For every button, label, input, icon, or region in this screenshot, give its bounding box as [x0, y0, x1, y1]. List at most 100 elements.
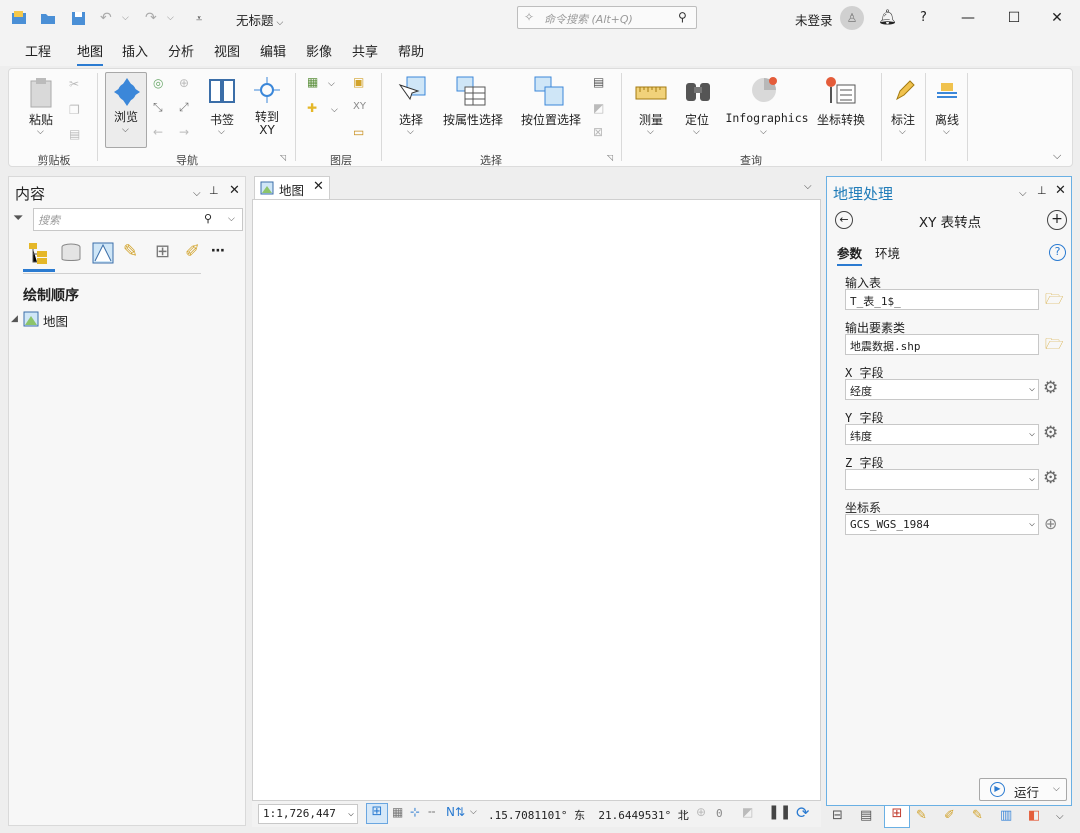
measure-icon[interactable]	[635, 83, 667, 106]
coordinate-format-dropdown-icon[interactable]: ⌵	[470, 807, 477, 817]
copy-path-icon[interactable]: ▤	[69, 127, 87, 145]
geoprocessing-options-icon[interactable]: ⌵	[1019, 188, 1027, 199]
goto-xy-icon[interactable]	[253, 75, 281, 108]
contents-pin-icon[interactable]: ⊥	[209, 184, 219, 197]
close-tab-icon[interactable]: ✕	[313, 179, 324, 194]
tab-share[interactable]: 共享	[352, 41, 378, 64]
attributes-icon[interactable]: ▤	[593, 75, 611, 93]
list-by-data-source-icon[interactable]	[59, 241, 83, 268]
paste-button[interactable]: 粘贴	[25, 111, 57, 128]
paste-dropdown-icon[interactable]: ⌵	[37, 127, 44, 137]
correction-icon[interactable]: ╌	[428, 805, 435, 819]
full-extent-icon[interactable]: ◎	[153, 76, 171, 94]
map-canvas[interactable]	[252, 199, 821, 801]
locate-icon[interactable]	[683, 75, 713, 108]
new-project-icon[interactable]	[8, 7, 30, 29]
navigate-dialog-launcher-icon[interactable]: ◹	[280, 153, 286, 162]
gear-icon[interactable]: ⚙	[1043, 468, 1058, 488]
list-by-labeling-icon[interactable]: ✐	[185, 241, 200, 262]
customize-toolbar-icon[interactable]: ⩡	[196, 12, 202, 26]
measure-dropdown-icon[interactable]: ⌵	[647, 127, 654, 137]
contents-search-input[interactable]: 搜索 ⚲ ⌵	[33, 208, 243, 231]
add-graphics-layer-icon[interactable]: ▭	[353, 125, 371, 143]
labeling-button[interactable]: 标注	[885, 111, 921, 128]
gear-icon[interactable]: ⚙	[1043, 423, 1058, 443]
offline-icon[interactable]	[935, 79, 959, 106]
select-by-location-button[interactable]: 按位置选择	[517, 111, 585, 128]
offline-button[interactable]: 离线	[929, 111, 965, 128]
close-window-button[interactable]: ✕	[1034, 0, 1080, 36]
infographics-button[interactable]: Infographics	[725, 111, 809, 125]
globe-icon[interactable]: ⊕	[1044, 514, 1057, 533]
browse-folder-icon[interactable]: 🗁︎	[1045, 334, 1064, 359]
selected-features-icon[interactable]: ⊕	[696, 805, 706, 819]
history-pane-tab-icon[interactable]: ▥	[1000, 808, 1012, 823]
tab-parameters[interactable]: 参数	[837, 243, 863, 266]
map-expand-toggle-icon[interactable]: ◢	[11, 314, 18, 324]
next-extent-icon[interactable]: →	[179, 125, 197, 143]
help-icon[interactable]: ?	[1049, 244, 1066, 261]
minimize-button[interactable]: —	[945, 0, 991, 36]
geoprocessing-pin-icon[interactable]: ⊥	[1037, 184, 1047, 197]
scale-selector[interactable]: 1:1,726,447 ⌵	[258, 804, 358, 824]
select-by-attributes-icon[interactable]	[455, 75, 487, 110]
map-tree-item[interactable]: 地图	[43, 311, 68, 330]
selection-dialog-launcher-icon[interactable]: ◹	[607, 153, 613, 162]
labeling-dropdown-icon[interactable]: ⌵	[899, 127, 906, 137]
coordinate-options-dropdown-icon[interactable]: ⌵	[680, 807, 687, 817]
tab-help[interactable]: 帮助	[398, 41, 424, 64]
attributes-pane-tab-icon[interactable]: ✎	[972, 808, 983, 823]
redo-dropdown-icon[interactable]: ⌵	[167, 13, 174, 23]
undo-dropdown-icon[interactable]: ⌵	[122, 13, 129, 23]
output-feature-class-field[interactable]: 地震数据.shp	[845, 334, 1039, 355]
avatar[interactable]: ♙	[840, 6, 864, 30]
tab-map-view[interactable]: 地图 ✕	[254, 176, 330, 199]
refresh-icon[interactable]: ⟳	[796, 803, 809, 822]
modify-features-pane-tab-icon[interactable]: ✐	[944, 808, 955, 823]
constraints-icon[interactable]: ⊹	[410, 805, 420, 819]
select-button[interactable]: 选择	[393, 111, 429, 128]
basemap-icon[interactable]: ▦	[307, 75, 325, 93]
add-xy-data-icon[interactable]: XY	[353, 101, 371, 119]
geoprocessing-pane-tab-icon[interactable]: ⊞	[884, 806, 910, 828]
tab-project[interactable]: 工程	[25, 41, 51, 64]
add-preset-icon[interactable]: ▣	[353, 75, 371, 93]
refresh-selection-icon[interactable]: ◩	[742, 805, 753, 819]
previous-extent-icon[interactable]: ←	[153, 125, 171, 143]
x-field-select[interactable]: 经度 ⌵	[845, 379, 1039, 400]
explore-button[interactable]: 浏览 ⌵	[105, 72, 147, 148]
create-features-pane-tab-icon[interactable]: ✎	[916, 808, 927, 823]
tab-insert[interactable]: 插入	[122, 41, 148, 64]
fixed-zoom-out-icon[interactable]: ⤢	[179, 100, 197, 118]
paste-icon[interactable]	[27, 75, 55, 111]
filter-icon[interactable]: ⏷	[13, 211, 23, 226]
select-icon[interactable]	[397, 75, 427, 108]
fixed-zoom-in-icon[interactable]: ⤡	[153, 100, 171, 118]
goto-xy-button[interactable]: 转到 XY	[249, 111, 285, 137]
list-by-editing-icon[interactable]: ✎	[123, 241, 138, 262]
command-search-input[interactable]: ✧ 命令搜索 (Alt+Q) ⚲	[517, 6, 697, 29]
help-icon[interactable]: ?	[920, 10, 927, 25]
tab-imagery[interactable]: 影像	[306, 41, 332, 64]
tab-edit[interactable]: 编辑	[260, 41, 286, 64]
add-data-dropdown-icon[interactable]: ⌵	[331, 105, 338, 115]
bookmark-dropdown-icon[interactable]: ⌵	[218, 127, 225, 137]
ribbon-collapse-icon[interactable]: ⌵	[1053, 149, 1061, 163]
run-button[interactable]: ▶ 运行 ⌵	[979, 778, 1067, 801]
north-arrow-icon[interactable]: N⇅	[446, 805, 465, 819]
browse-folder-icon[interactable]: 🗁︎	[1045, 289, 1064, 314]
coordinate-conversion-icon[interactable]	[823, 75, 857, 110]
notifications-icon[interactable]: 🔔︎	[878, 8, 897, 26]
infographics-dropdown-icon[interactable]: ⌵	[760, 127, 767, 137]
maximize-button[interactable]: ☐	[991, 0, 1037, 36]
offline-dropdown-icon[interactable]: ⌵	[943, 127, 950, 137]
add-icon[interactable]: +	[1047, 210, 1067, 230]
open-project-icon[interactable]	[37, 7, 59, 29]
tab-list-dropdown-icon[interactable]: ⌵	[804, 181, 812, 192]
tab-view[interactable]: 视图	[214, 41, 240, 64]
more-views-icon[interactable]: ⋯	[211, 243, 225, 259]
undo-icon[interactable]: ↶	[100, 10, 112, 26]
locate-pane-tab-icon[interactable]: ◧	[1028, 808, 1040, 823]
locate-dropdown-icon[interactable]: ⌵	[693, 127, 700, 137]
more-panes-dropdown-icon[interactable]: ⌵	[1056, 811, 1064, 822]
